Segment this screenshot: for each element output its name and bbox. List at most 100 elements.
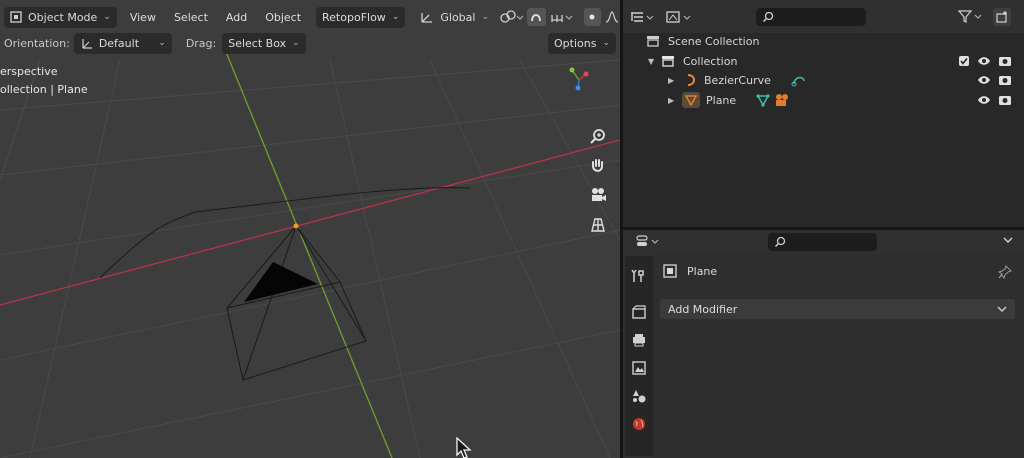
object-origin — [293, 223, 299, 229]
new-collection-icon[interactable] — [993, 8, 1011, 26]
chevron-down-icon: ⌄ — [158, 38, 166, 48]
menu-select[interactable]: Select — [165, 11, 217, 24]
tab-output[interactable] — [625, 326, 653, 354]
image-icon — [631, 360, 647, 376]
transform-orientation-icon — [419, 10, 435, 24]
scene-shapes-icon — [631, 388, 647, 404]
properties-tab-bar — [625, 256, 653, 456]
scene-collection-row[interactable]: Scene Collection — [623, 31, 1024, 51]
collapse-triangle-icon[interactable]: ▼ — [648, 57, 658, 66]
snap-increment-icon[interactable] — [550, 10, 574, 24]
mouse-cursor-icon — [456, 436, 472, 458]
viewport-scene[interactable] — [0, 0, 620, 458]
hand-pan-icon[interactable] — [586, 154, 610, 178]
beziercurve-label: BezierCurve — [704, 73, 771, 87]
collection-label: Collection — [683, 54, 738, 68]
orientation-dropdown[interactable]: Default ⌄ — [73, 32, 172, 54]
collection-row[interactable]: ▼ Collection — [623, 51, 1024, 71]
tab-world[interactable] — [625, 410, 653, 438]
expand-triangle-icon[interactable]: ▶ — [668, 76, 678, 85]
viewport-header: Object Mode ⌄ View Select Add Object Ret… — [0, 4, 620, 30]
orientation-gizmo-icon — [80, 36, 94, 50]
display-mode-icon[interactable] — [665, 10, 695, 24]
grid-view-icon[interactable] — [586, 213, 610, 237]
properties-header — [623, 230, 1024, 252]
options-label: Options — [554, 36, 597, 50]
retopoflow-menu[interactable]: RetopoFlow ⌄ — [316, 6, 406, 28]
chevron-down-icon: ⌄ — [103, 12, 111, 22]
collection-info-text: ollection | Plane — [0, 83, 88, 96]
pin-icon[interactable] — [998, 265, 1012, 279]
add-modifier-label: Add Modifier — [668, 302, 738, 316]
eye-icon[interactable] — [977, 55, 991, 67]
zoom-icon[interactable] — [586, 125, 610, 149]
outliner-panel: Scene Collection ▼ Collection ▶ BezierCu… — [623, 0, 1024, 227]
menu-view[interactable]: View — [121, 11, 165, 24]
properties-editor-type-icon[interactable] — [635, 234, 663, 248]
camera-icon[interactable] — [586, 183, 610, 207]
mesh-data-icon[interactable] — [756, 93, 770, 107]
object-name-label: Plane — [687, 264, 718, 278]
scene-collection-label: Scene Collection — [668, 34, 760, 48]
outliner-header — [623, 0, 1024, 33]
falloff-curve-icon[interactable] — [604, 10, 620, 24]
curve-data-icon[interactable] — [791, 73, 807, 87]
render-camera-icon[interactable] — [998, 55, 1012, 67]
beziercurve-row-toggles — [977, 74, 1012, 86]
pivot-link-icon[interactable] — [499, 10, 525, 24]
drag-dropdown[interactable]: Select Box ⌄ — [222, 32, 306, 54]
retopoflow-label: RetopoFlow — [322, 10, 386, 24]
properties-content: Plane Add Modifier — [653, 254, 1024, 458]
eye-icon[interactable] — [977, 74, 991, 86]
properties-search-input[interactable] — [768, 233, 877, 251]
3d-viewport[interactable]: Object Mode ⌄ View Select Add Object Ret… — [0, 0, 620, 458]
collection-icon — [661, 55, 675, 67]
printer-icon — [631, 332, 647, 348]
search-icon — [774, 236, 786, 248]
expand-triangle-icon[interactable]: ▶ — [668, 96, 678, 105]
modifier-camera-icon[interactable] — [774, 93, 790, 107]
object-mode-icon — [10, 11, 24, 23]
chevron-down-icon: ⌄ — [602, 38, 610, 48]
bezier-curve[interactable] — [99, 187, 471, 279]
outliner-item-beziercurve[interactable]: ▶ BezierCurve — [623, 70, 1024, 90]
transform-orientation-label: Global — [440, 10, 476, 24]
plane-row-toggles — [977, 94, 1012, 106]
object-icon — [663, 264, 677, 278]
axis-gizmo[interactable] — [569, 67, 589, 91]
chevron-down-icon: ⌄ — [292, 38, 300, 48]
filter-icon[interactable] — [958, 9, 984, 23]
orientation-value: Default — [98, 36, 140, 50]
world-globe-icon — [631, 416, 647, 432]
object-name-row: Plane — [663, 264, 717, 278]
chevron-down-icon[interactable] — [1002, 234, 1014, 246]
add-modifier-dropdown[interactable]: Add Modifier — [660, 299, 1015, 319]
mesh-object-icon — [682, 92, 700, 108]
properties-panel: Plane Add Modifier — [623, 230, 1024, 458]
proportional-edit-icon[interactable] — [583, 8, 601, 26]
search-icon — [762, 11, 774, 23]
render-camera-icon[interactable] — [998, 74, 1012, 86]
checkbox-icon[interactable] — [958, 55, 970, 67]
y-axis-line — [225, 51, 393, 458]
outliner-item-plane[interactable]: ▶ Plane — [623, 90, 1024, 110]
render-icon — [631, 304, 647, 320]
editor-type-icon[interactable] — [629, 10, 657, 24]
outliner-search-input[interactable] — [756, 8, 866, 26]
render-camera-icon[interactable] — [998, 94, 1012, 106]
snap-icon[interactable] — [527, 8, 546, 26]
plane-wireframe[interactable] — [226, 225, 367, 381]
mode-dropdown[interactable]: Object Mode ⌄ — [4, 6, 117, 28]
tab-render[interactable] — [625, 298, 653, 326]
view-name-text: erspective — [0, 65, 58, 78]
tab-view-layer[interactable] — [625, 354, 653, 382]
tool-wrench-icon — [631, 268, 647, 284]
menu-object[interactable]: Object — [256, 11, 310, 24]
transform-orientation-dropdown[interactable]: Global ⌄ — [413, 7, 495, 28]
eye-icon[interactable] — [977, 94, 991, 106]
menu-add[interactable]: Add — [217, 11, 256, 24]
options-dropdown[interactable]: Options ⌄ — [548, 32, 616, 54]
orientation-label: Orientation: — [4, 36, 70, 50]
tab-tool[interactable] — [625, 262, 653, 290]
tab-scene[interactable] — [625, 382, 653, 410]
